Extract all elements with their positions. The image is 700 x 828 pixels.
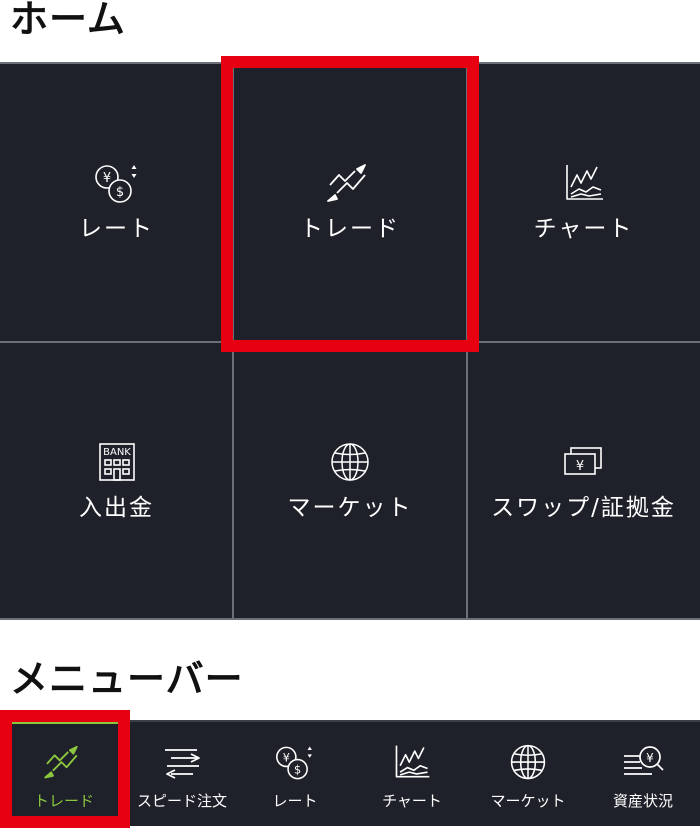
- home-grid: ¥ $ レート トレード チャート BANK 入出金 マーケット ¥ スワップ/…: [0, 62, 700, 620]
- menu-item-label: スピード注文: [136, 791, 227, 810]
- trade-trend-icon: [323, 161, 377, 205]
- svg-text:¥: ¥: [102, 171, 110, 186]
- tile-label: 入出金: [79, 494, 154, 521]
- grid-top-border: [0, 62, 700, 64]
- tile-trade[interactable]: トレード: [233, 62, 467, 341]
- chart-icon: [389, 742, 435, 786]
- menu-item-speed-order[interactable]: スピード注文: [128, 720, 236, 826]
- menu-item-label: 資産状況: [612, 791, 673, 810]
- menu-item-rate[interactable]: ¥ $ レート: [236, 720, 354, 826]
- grid-row-divider: [0, 341, 700, 343]
- tile-label: レート: [79, 215, 154, 242]
- svg-text:BANK: BANK: [103, 447, 131, 458]
- menu-item-label: トレード: [33, 791, 94, 810]
- banknotes-icon: ¥: [559, 440, 609, 484]
- chart-icon: [559, 161, 609, 205]
- svg-text:¥: ¥: [283, 751, 290, 764]
- currency-exchange-icon: ¥ $: [87, 161, 147, 205]
- menu-item-trade[interactable]: トレード: [0, 720, 128, 826]
- bank-icon: BANK: [94, 440, 140, 484]
- tile-chart[interactable]: チャート: [467, 62, 700, 341]
- menu-item-label: マーケット: [490, 791, 566, 810]
- grid-bottom-border: [0, 618, 700, 620]
- tile-label: チャート: [533, 215, 634, 242]
- svg-text:$: $: [294, 763, 301, 776]
- svg-text:$: $: [115, 185, 123, 200]
- tile-label: マーケット: [287, 494, 413, 521]
- menu-item-label: チャート: [382, 791, 442, 810]
- tile-swap-margin[interactable]: ¥ スワップ/証拠金: [467, 341, 700, 620]
- tile-rate[interactable]: ¥ $ レート: [0, 62, 233, 341]
- grid-col-divider: [232, 62, 234, 620]
- globe-icon: [507, 742, 549, 786]
- asset-status-icon: ¥: [618, 742, 668, 786]
- menu-item-label: レート: [272, 791, 318, 810]
- menu-item-market[interactable]: マーケット: [470, 720, 586, 826]
- grid-col-divider: [466, 62, 468, 620]
- svg-text:¥: ¥: [646, 751, 654, 765]
- tile-label: スワップ/証拠金: [491, 494, 676, 521]
- globe-icon: [327, 440, 373, 484]
- tile-deposit-withdrawal[interactable]: BANK 入出金: [0, 341, 233, 620]
- menu-item-chart[interactable]: チャート: [354, 720, 470, 826]
- tile-label: トレード: [300, 215, 400, 242]
- currency-exchange-icon: ¥ $: [269, 742, 321, 786]
- menu-item-asset-status[interactable]: ¥ 資産状況: [586, 720, 700, 826]
- menu-bar: トレード スピード注文 ¥ $ レート チャート マーケット ¥ 資産状況: [0, 720, 700, 826]
- home-section-title: ホーム: [10, 0, 126, 41]
- speed-order-icon: [159, 742, 205, 786]
- menu-bar-section-title: メニューバー: [10, 657, 244, 701]
- trade-trend-icon: [41, 742, 87, 786]
- svg-text:¥: ¥: [575, 459, 583, 474]
- tile-market[interactable]: マーケット: [233, 341, 467, 620]
